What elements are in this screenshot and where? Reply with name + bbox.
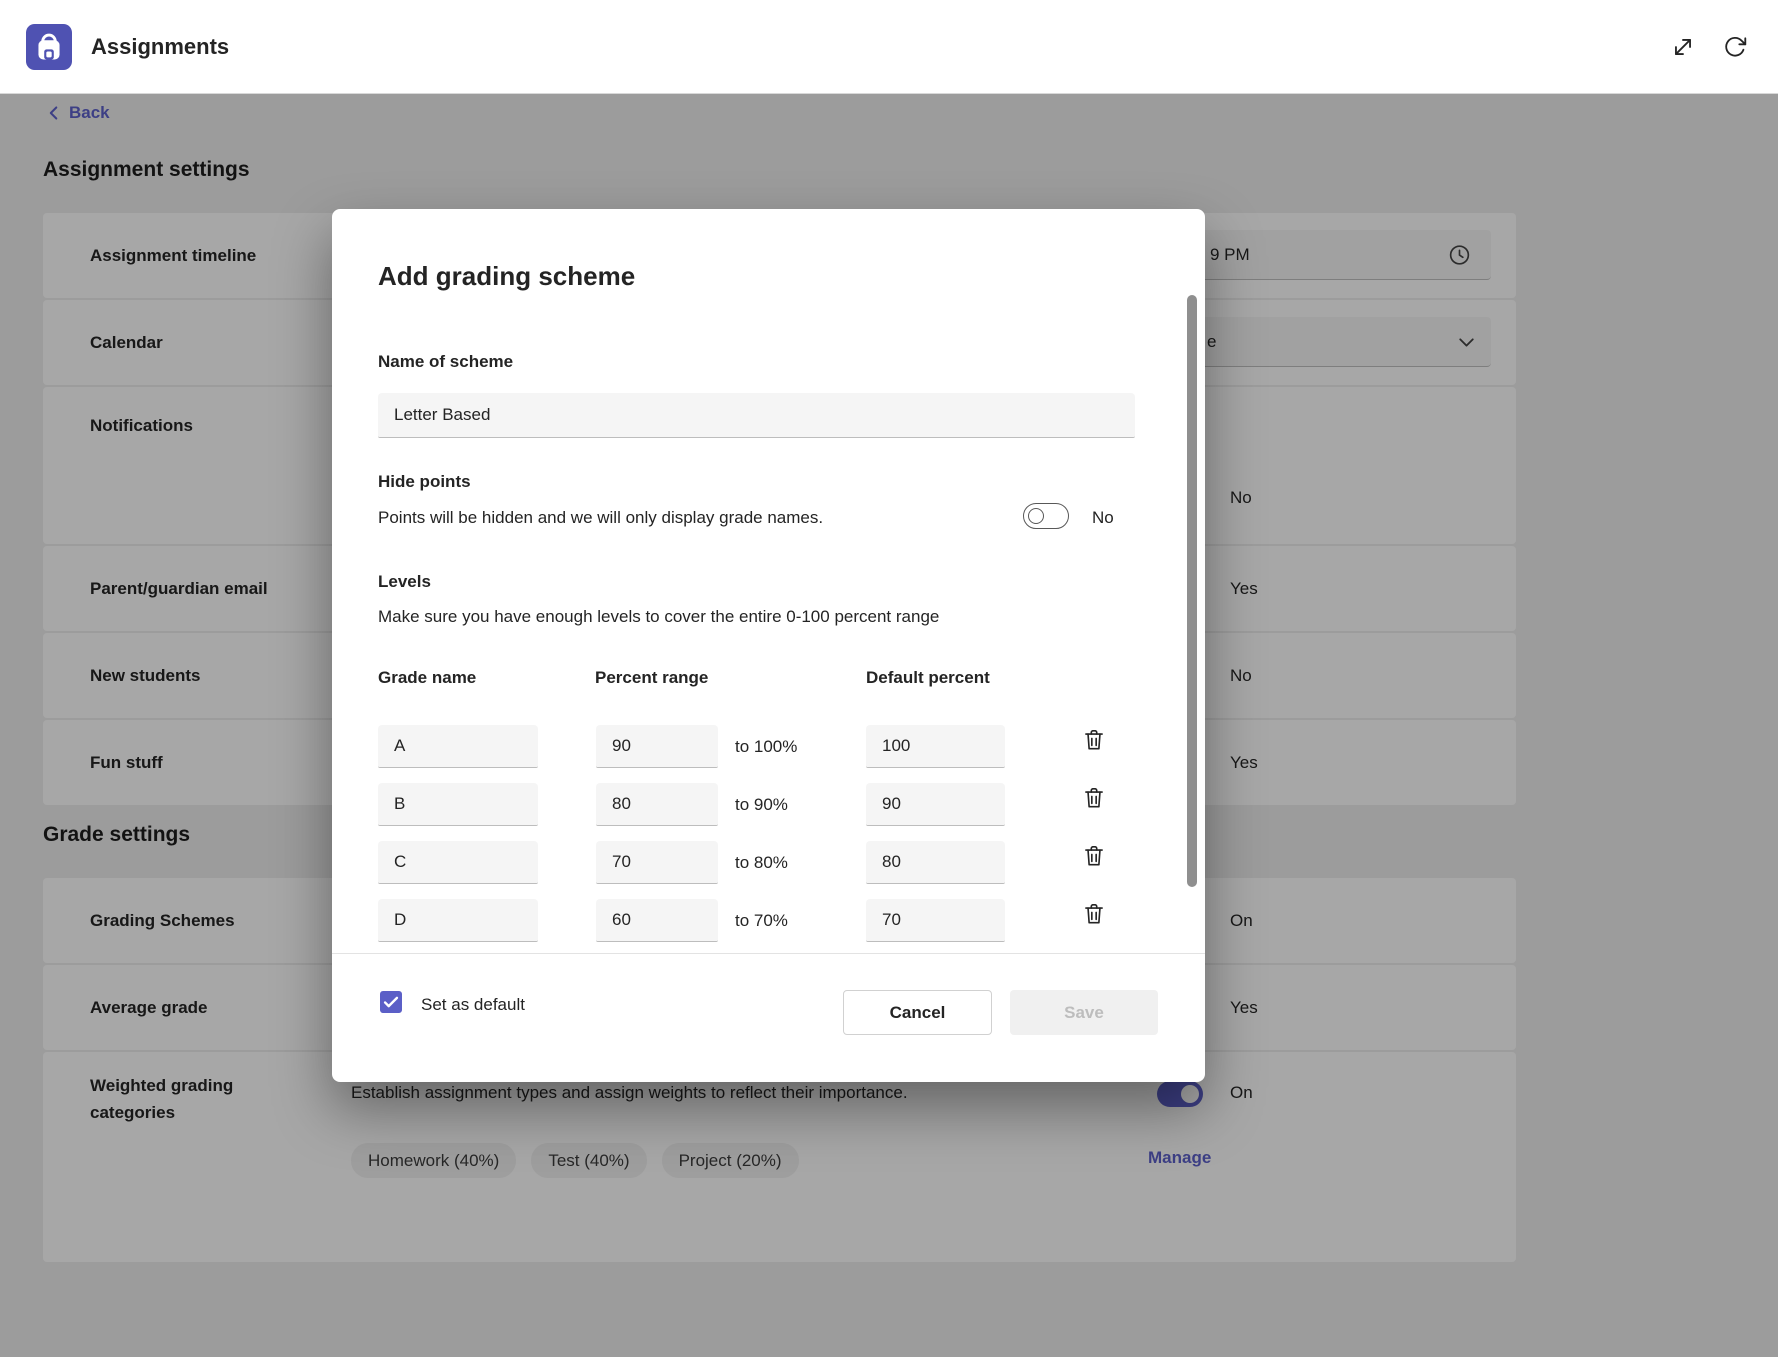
check-icon: [380, 991, 402, 1013]
levels-label: Levels: [378, 572, 431, 592]
trash-icon: [1081, 727, 1107, 753]
set-as-default-label: Set as default: [421, 995, 525, 1015]
percent-range-input[interactable]: [596, 783, 718, 826]
set-as-default-checkbox[interactable]: [380, 991, 402, 1013]
grade-name-input[interactable]: [378, 783, 538, 826]
column-header-percent-range: Percent range: [595, 668, 708, 688]
percent-range-input[interactable]: [596, 899, 718, 942]
range-to-label: to 80%: [735, 841, 788, 884]
range-to-label: to 70%: [735, 899, 788, 942]
level-row: to 90%: [332, 783, 1205, 826]
footer-divider: [332, 953, 1205, 954]
levels-description: Make sure you have enough levels to cove…: [378, 607, 939, 627]
delete-level-button[interactable]: [1080, 900, 1108, 928]
hide-points-description: Points will be hidden and we will only d…: [378, 508, 823, 528]
delete-level-button[interactable]: [1080, 726, 1108, 754]
range-to-label: to 100%: [735, 725, 797, 768]
refresh-icon[interactable]: [1722, 34, 1748, 60]
modal-scrollbar[interactable]: [1187, 295, 1197, 887]
expand-app-icon[interactable]: [1670, 34, 1696, 60]
save-button[interactable]: Save: [1010, 990, 1158, 1035]
default-percent-input[interactable]: [866, 899, 1005, 942]
percent-range-input[interactable]: [596, 841, 718, 884]
cancel-button[interactable]: Cancel: [843, 990, 992, 1035]
grade-name-input[interactable]: [378, 899, 538, 942]
app-top-bar: Assignments: [0, 0, 1778, 94]
grade-name-input[interactable]: [378, 841, 538, 884]
grade-name-input[interactable]: [378, 725, 538, 768]
hide-points-state-label: No: [1092, 508, 1114, 528]
level-row: to 80%: [332, 841, 1205, 884]
name-of-scheme-label: Name of scheme: [378, 352, 513, 372]
level-row: to 70%: [332, 899, 1205, 942]
trash-icon: [1081, 901, 1107, 927]
scheme-name-input[interactable]: [378, 393, 1135, 438]
delete-level-button[interactable]: [1080, 784, 1108, 812]
range-to-label: to 90%: [735, 783, 788, 826]
default-percent-input[interactable]: [866, 783, 1005, 826]
hide-points-toggle[interactable]: [1023, 503, 1069, 529]
trash-icon: [1081, 785, 1107, 811]
column-header-grade-name: Grade name: [378, 668, 476, 688]
add-grading-scheme-dialog: Add grading scheme Name of scheme Hide p…: [332, 209, 1205, 1082]
default-percent-input[interactable]: [866, 725, 1005, 768]
delete-level-button[interactable]: [1080, 842, 1108, 870]
percent-range-input[interactable]: [596, 725, 718, 768]
hide-points-label: Hide points: [378, 472, 471, 492]
dialog-title: Add grading scheme: [378, 261, 635, 292]
default-percent-input[interactable]: [866, 841, 1005, 884]
assignments-app-icon: [26, 24, 72, 70]
column-header-default-percent: Default percent: [866, 668, 990, 688]
trash-icon: [1081, 843, 1107, 869]
app-title: Assignments: [91, 34, 229, 60]
level-row: to 100%: [332, 725, 1205, 768]
